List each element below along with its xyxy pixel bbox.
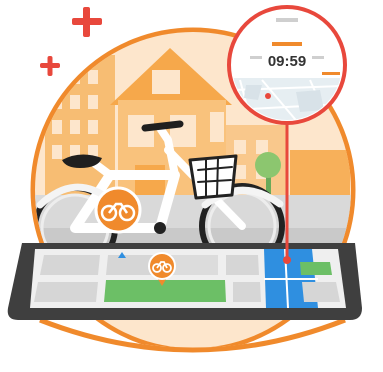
plus-icon [72,7,102,37]
bike-share-icon [94,186,142,234]
bike-share-illustration: 09:59 [0,5,383,372]
phone [7,243,362,320]
plus-icon-small [40,56,60,76]
basket [188,154,238,200]
timer-text: 09:59 [268,53,306,70]
